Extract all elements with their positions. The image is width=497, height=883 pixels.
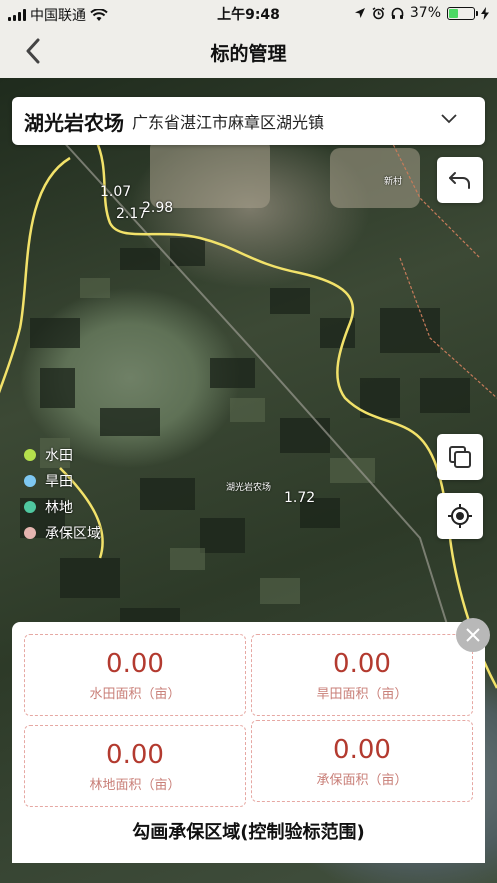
stat-label: 水田面积（亩） [89,687,181,702]
page-title: 标的管理 [210,43,287,65]
close-panel-button[interactable] [456,618,490,652]
alarm-icon [372,6,385,19]
chevron-down-icon [441,109,457,128]
stat-value: 0.00 [333,735,391,765]
legend-swatch [24,527,36,539]
close-icon [466,628,480,642]
locate-button[interactable] [437,493,483,539]
stat-label: 旱田面积（亩） [316,687,408,702]
stat-forest-area: 0.00 林地面积（亩） [24,725,246,807]
legend-swatch [24,475,36,487]
locate-target-icon [448,504,472,528]
stat-paddy-area: 0.00 水田面积（亩） [24,634,246,716]
legend-label: 承保区域 [45,526,101,542]
legend-item: 水田 [24,442,101,468]
map-legend: 水田 旱田 林地 承保区域 [24,442,101,546]
legend-swatch [24,449,36,461]
map-place-name: 新村 [384,177,403,187]
legend-item: 林地 [24,494,101,520]
charging-icon [481,6,489,20]
map-label: 2.98 [142,200,174,216]
legend-label: 林地 [45,500,73,516]
stat-dry-field-area: 0.00 旱田面积（亩） [251,634,473,716]
stat-label: 林地面积（亩） [89,778,181,793]
area-summary-panel: 0.00 水田面积（亩） 0.00 旱田面积（亩） 0.00 林地面积（亩） 0… [12,622,485,863]
legend-item: 承保区域 [24,520,101,546]
status-right: 37% [354,5,489,21]
nav-bar: 标的管理 [0,26,497,78]
layers-icon [449,446,471,468]
undo-button[interactable] [437,157,483,203]
map-label: 1.07 [100,184,132,200]
legend-label: 旱田 [45,474,73,490]
farm-address: 广东省湛江市麻章区湖光镇 [132,113,325,132]
stat-label: 承保面积（亩） [316,773,408,788]
stat-value: 0.00 [106,740,164,770]
draw-insured-area-button[interactable]: 勾画承保区域(控制验标范围) [12,818,485,844]
stat-value: 0.00 [333,649,391,679]
location-arrow-icon [354,8,365,18]
legend-swatch [24,501,36,513]
battery-fill [449,8,458,18]
map-place-name: 湖光岩农场 [226,483,272,493]
farm-selector[interactable]: 湖光岩农场 广东省湛江市麻章区湖光镇 [12,97,485,145]
layers-button[interactable] [437,434,483,480]
status-bar: 中国联通 上午9:48 37% [0,0,497,26]
battery-percent: 37% [409,5,441,21]
map-label: 1.72 [284,490,316,506]
farm-name: 湖光岩农场 [24,110,124,135]
legend-item: 旱田 [24,468,101,494]
headphones-icon [391,7,404,19]
undo-arrow-icon [449,172,470,189]
legend-label: 水田 [45,448,73,464]
stat-insured-area: 0.00 承保面积（亩） [251,720,473,802]
battery-icon [447,6,478,20]
stat-value: 0.00 [106,649,164,679]
